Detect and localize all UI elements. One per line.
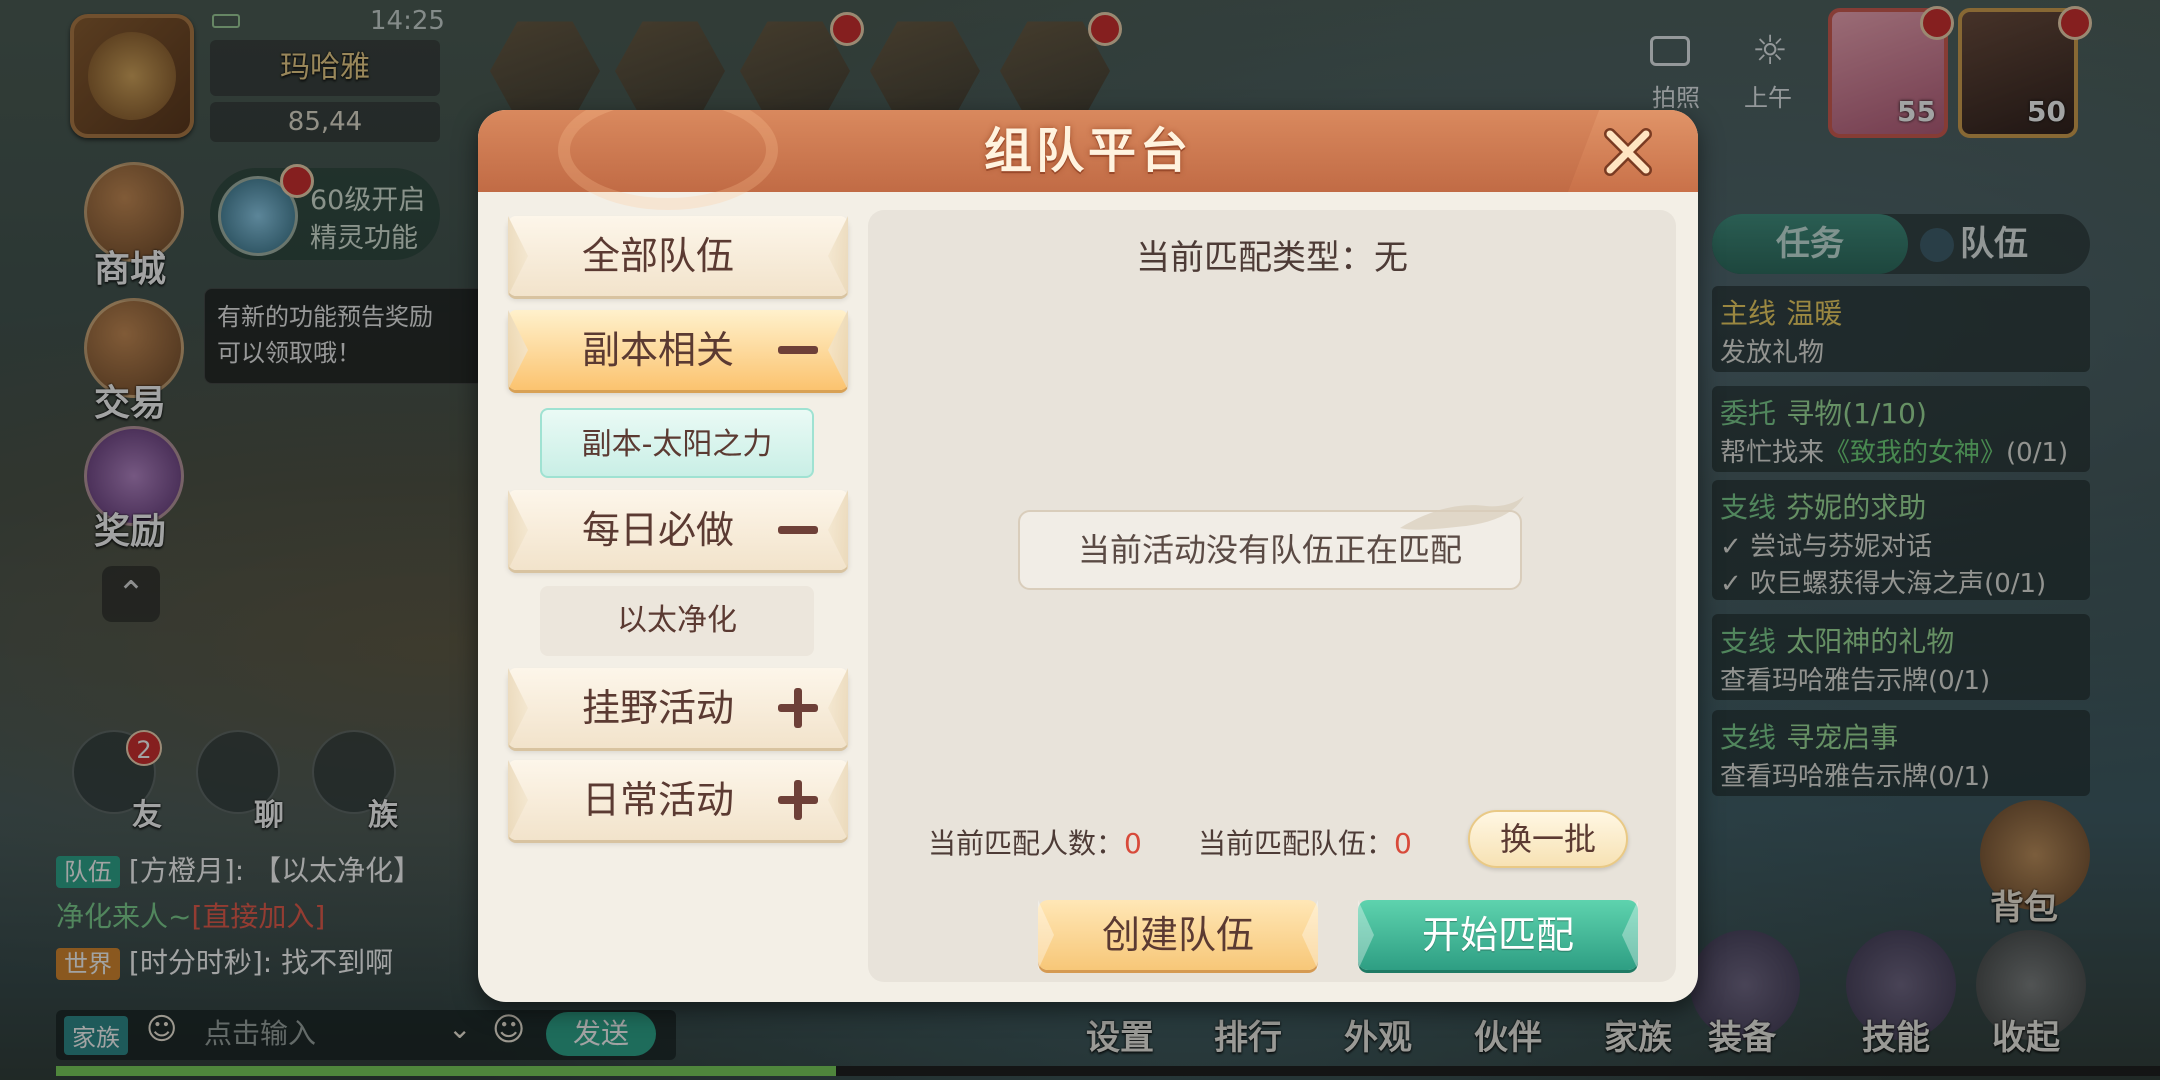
category-all-teams[interactable]: 全部队伍	[508, 216, 848, 296]
match-count: 当前匹配人数：0	[928, 822, 1142, 862]
match-team-value: 0	[1394, 827, 1412, 860]
collapse-minus-icon	[778, 346, 818, 354]
category-dungeon[interactable]: 副本相关	[508, 310, 848, 390]
category-routine[interactable]: 日常活动	[508, 760, 848, 840]
sub-item-sun-power[interactable]: 副本-太阳之力	[540, 408, 814, 478]
category-label: 日常活动	[581, 778, 734, 822]
category-label: 全部队伍	[581, 234, 734, 278]
category-label: 每日必做	[581, 508, 734, 552]
match-team-label: 当前匹配队伍：	[1198, 827, 1395, 860]
start-matching-label: 开始匹配	[1421, 913, 1574, 957]
create-team-label: 创建队伍	[1101, 913, 1254, 957]
brush-stroke-decoration	[1400, 496, 1524, 530]
start-matching-button[interactable]: 开始匹配	[1358, 900, 1638, 970]
create-team-button[interactable]: 创建队伍	[1038, 900, 1318, 970]
dialog-title: 组队平台	[983, 123, 1192, 179]
category-daily[interactable]: 每日必做	[508, 490, 848, 570]
category-label: 副本相关	[581, 328, 734, 372]
match-count-label: 当前匹配人数：	[928, 827, 1125, 860]
match-count-value: 0	[1124, 827, 1142, 860]
collapse-minus-icon	[778, 526, 818, 534]
refresh-button[interactable]: 换一批	[1468, 810, 1628, 868]
close-icon[interactable]	[1598, 122, 1658, 182]
team-platform-dialog: 组队平台 全部队伍 副本相关 副本-太阳之力 每日必做 以太净化 挂野活动 日常…	[478, 110, 1698, 1002]
match-teams: 当前匹配队伍：0	[1198, 822, 1412, 862]
category-field-idle[interactable]: 挂野活动	[508, 668, 848, 748]
match-type-text: 当前匹配类型：无	[1136, 238, 1408, 278]
sub-item-ether-purify[interactable]: 以太净化	[540, 586, 814, 656]
category-label: 挂野活动	[581, 686, 734, 730]
